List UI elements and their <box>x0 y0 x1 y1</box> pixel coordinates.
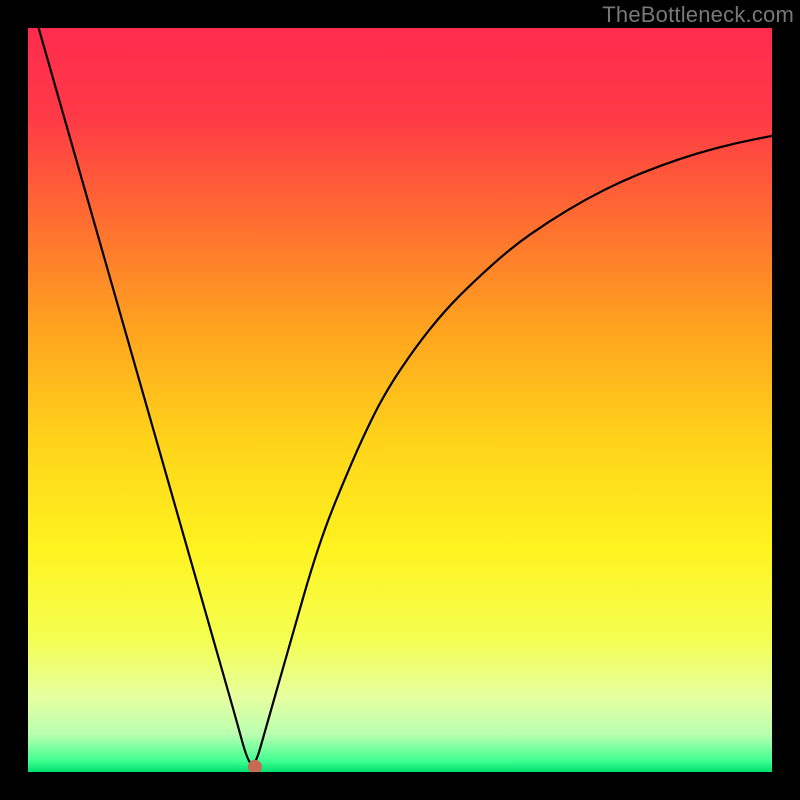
plot-area <box>28 28 772 772</box>
chart-svg <box>28 28 772 772</box>
gradient-background <box>28 28 772 772</box>
watermark-text: TheBottleneck.com <box>602 2 794 28</box>
chart-frame: TheBottleneck.com <box>0 0 800 800</box>
